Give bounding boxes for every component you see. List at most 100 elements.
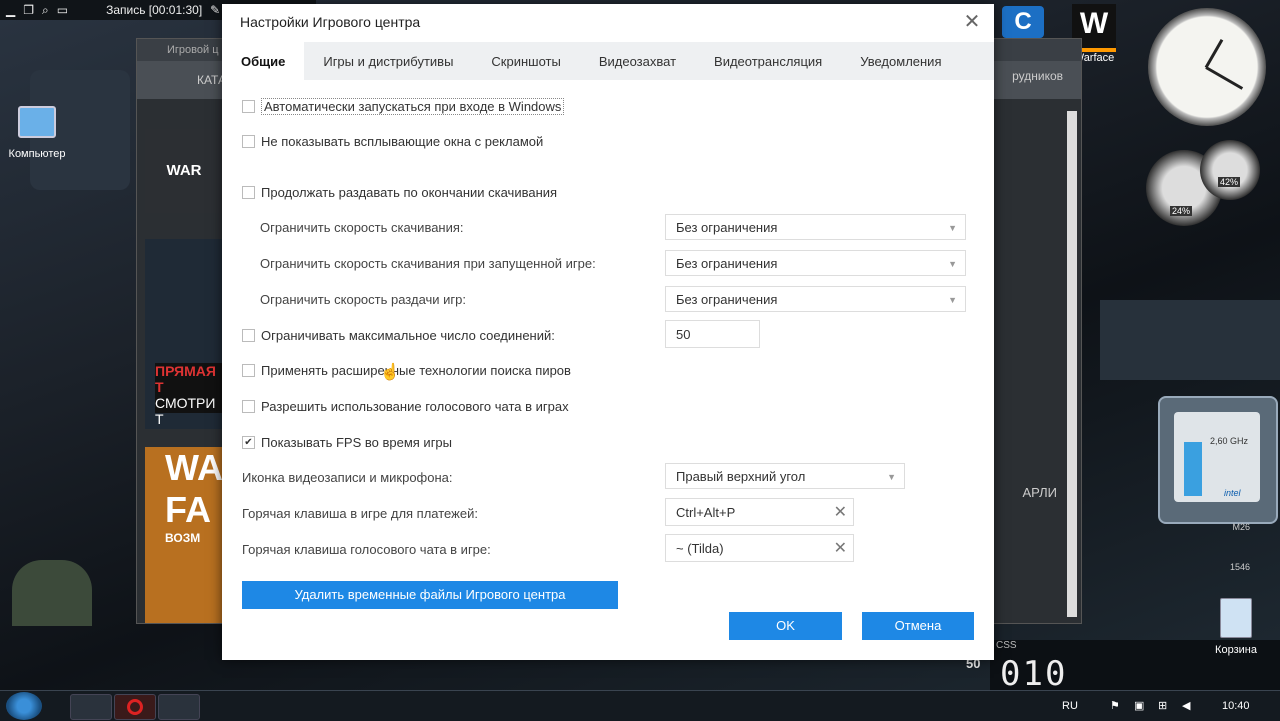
- hud-css-label: CSS: [996, 640, 1017, 651]
- show-fps-option[interactable]: ✔ Показывать FPS во время игры: [242, 435, 452, 450]
- trash-icon: [1220, 598, 1252, 638]
- video-icon-select[interactable]: Правый верхний угол ▼: [665, 463, 905, 489]
- clear-icon[interactable]: ✕: [834, 535, 847, 563]
- advanced-peers-checkbox[interactable]: [242, 364, 255, 377]
- warface-banner-card[interactable]: WA FA ВОЗМ: [145, 447, 223, 623]
- restore-icon[interactable]: ❐: [23, 3, 34, 17]
- trash-label: Корзина: [1215, 644, 1257, 656]
- chevron-down-icon: ▼: [948, 223, 957, 233]
- start-button[interactable]: [6, 692, 42, 720]
- autostart-checkbox[interactable]: [242, 100, 255, 113]
- voice-chat-checkbox[interactable]: [242, 400, 255, 413]
- settings-dialog: Настройки Игрового центра ✕ Общие Игры и…: [222, 4, 994, 660]
- mouse-cursor-icon: ☝: [380, 364, 400, 381]
- ammo-icon: M26: [1232, 522, 1250, 532]
- bg-scrollbar[interactable]: [1067, 111, 1077, 617]
- autostart-label: Автоматически запускаться при входе в Wi…: [261, 98, 565, 115]
- cpu-meter-gadget: 2,60 GHz intel: [1158, 396, 1278, 524]
- promo-card[interactable]: ПРЯМАЯ Т СМОТРИ Т: [145, 239, 223, 429]
- ok-button[interactable]: OK: [729, 612, 842, 640]
- hud-score: 010: [1000, 654, 1068, 694]
- clock-gadget: [1148, 8, 1266, 126]
- grenade-icon: 1546: [1229, 562, 1250, 572]
- dialog-title: Настройки Игрового центра: [240, 14, 421, 30]
- computer-label: Компьютер: [8, 148, 66, 160]
- video-icon-value: Правый верхний угол: [676, 469, 806, 484]
- gauge-value-right: 42%: [1218, 177, 1241, 187]
- download-limit-label: Ограничить скорость скачивания:: [260, 220, 464, 235]
- promo-banner: ПРЯМАЯ Т СМОТРИ Т: [155, 363, 223, 427]
- opera-icon: [127, 699, 143, 715]
- hotkey-voice-label: Горячая клавиша голосового чата в игре:: [242, 542, 491, 557]
- promo-line-2: СМОТРИ Т: [155, 395, 216, 427]
- no-ads-option[interactable]: Не показывать всплывающие окна с рекламо…: [242, 134, 543, 149]
- cancel-button[interactable]: Отмена: [862, 612, 974, 640]
- taskbar-app-calculator[interactable]: [70, 694, 112, 720]
- warface-card[interactable]: WAR FACE: [145, 129, 223, 263]
- gauge-value-left: 24%: [1170, 206, 1193, 216]
- keep-seeding-checkbox[interactable]: [242, 186, 255, 199]
- autostart-option[interactable]: Автоматически запускаться при входе в Wi…: [242, 98, 565, 115]
- warface-banner-sub: ВОЗМ: [165, 531, 201, 545]
- tab-screenshots[interactable]: Скриншоты: [472, 42, 579, 80]
- tab-video-stream[interactable]: Видеотрансляция: [695, 42, 841, 80]
- window-icon[interactable]: ▭: [57, 3, 68, 17]
- monitor-icon[interactable]: ▣: [1134, 691, 1144, 721]
- no-ads-checkbox[interactable]: [242, 135, 255, 148]
- flag-icon[interactable]: ⚑: [1110, 691, 1120, 721]
- volume-icon[interactable]: ◀: [1182, 691, 1190, 721]
- soldier-avatar: [12, 560, 92, 626]
- hotkey-voice-input[interactable]: ~ (Tilda) ✕: [665, 534, 854, 562]
- download-limit-select[interactable]: Без ограничения ▼: [665, 214, 966, 240]
- show-fps-label: Показывать FPS во время игры: [261, 435, 453, 450]
- trash-desktop-icon[interactable]: Корзина: [1206, 598, 1266, 656]
- cpu-meter-panel: 2,60 GHz intel: [1174, 412, 1260, 502]
- bg-right-menu[interactable]: рудников: [1012, 69, 1063, 83]
- tab-general[interactable]: Общие: [222, 42, 305, 80]
- taskbar-app-opera[interactable]: [114, 694, 156, 720]
- cpu-frequency: 2,60 GHz: [1210, 436, 1249, 446]
- download-ingame-limit-select[interactable]: Без ограничения ▼: [665, 250, 966, 276]
- minimize-icon[interactable]: ▁: [6, 3, 15, 17]
- tab-video-capture[interactable]: Видеозахват: [580, 42, 695, 80]
- delete-temp-files-button[interactable]: Удалить временные файлы Игрового центра: [242, 581, 618, 609]
- taskbar: RU ⚑ ▣ ⊞ ◀ 10:40: [0, 690, 1280, 721]
- computer-desktop-icon[interactable]: Компьютер: [4, 106, 70, 160]
- promo-line-1: ПРЯМАЯ Т: [155, 363, 216, 395]
- hotkey-voice-value: ~ (Tilda): [676, 541, 724, 556]
- settings-tabs: Общие Игры и дистрибутивы Скриншоты Виде…: [222, 42, 994, 80]
- bg-right-label: АРЛИ: [1022, 485, 1058, 500]
- max-connections-option[interactable]: Ограничивать максимальное число соединен…: [242, 328, 555, 343]
- chevron-down-icon: ▼: [887, 472, 896, 482]
- memory-gauge: 42%: [1200, 140, 1260, 200]
- show-fps-checkbox[interactable]: ✔: [242, 436, 255, 449]
- language-indicator[interactable]: RU: [1062, 691, 1078, 721]
- advanced-peers-label: Применять расширенные технологии поиска …: [261, 363, 571, 378]
- max-connections-label: Ограничивать максимальное число соединен…: [261, 328, 555, 343]
- network-icon[interactable]: ⊞: [1158, 691, 1167, 721]
- chevron-down-icon: ▼: [948, 295, 957, 305]
- voice-chat-option[interactable]: Разрешить использование голосового чата …: [242, 399, 569, 414]
- keep-seeding-option[interactable]: Продолжать раздавать по окончании скачив…: [242, 185, 557, 200]
- max-connections-input[interactable]: 50: [665, 320, 760, 348]
- pen-icon[interactable]: ✎: [210, 3, 220, 17]
- tab-notifications[interactable]: Уведомления: [841, 42, 960, 80]
- warface-banner-title: WA FA: [165, 447, 222, 530]
- app-shortcut-icon[interactable]: C: [1002, 6, 1044, 38]
- seeding-limit-value: Без ограничения: [676, 292, 778, 307]
- clear-icon[interactable]: ✕: [834, 499, 847, 527]
- no-ads-label: Не показывать всплывающие окна с рекламо…: [261, 134, 544, 149]
- advanced-peers-option[interactable]: Применять расширенные технологии поиска …: [242, 363, 571, 378]
- dialog-close-icon[interactable]: ✕: [960, 10, 984, 34]
- hotkey-payments-input[interactable]: Ctrl+Alt+P ✕: [665, 498, 854, 526]
- taskbar-app-game-center[interactable]: [158, 694, 200, 720]
- tab-games[interactable]: Игры и дистрибутивы: [304, 42, 472, 80]
- dialog-header: Настройки Игрового центра ✕: [222, 4, 994, 40]
- chevron-down-icon: ▼: [948, 259, 957, 269]
- download-limit-value: Без ограничения: [676, 220, 778, 235]
- max-connections-checkbox[interactable]: [242, 329, 255, 342]
- seeding-limit-select[interactable]: Без ограничения ▼: [665, 286, 966, 312]
- search-icon[interactable]: ⌕: [42, 3, 49, 18]
- intel-logo: intel: [1224, 488, 1241, 498]
- clock-time[interactable]: 10:40: [1222, 691, 1250, 721]
